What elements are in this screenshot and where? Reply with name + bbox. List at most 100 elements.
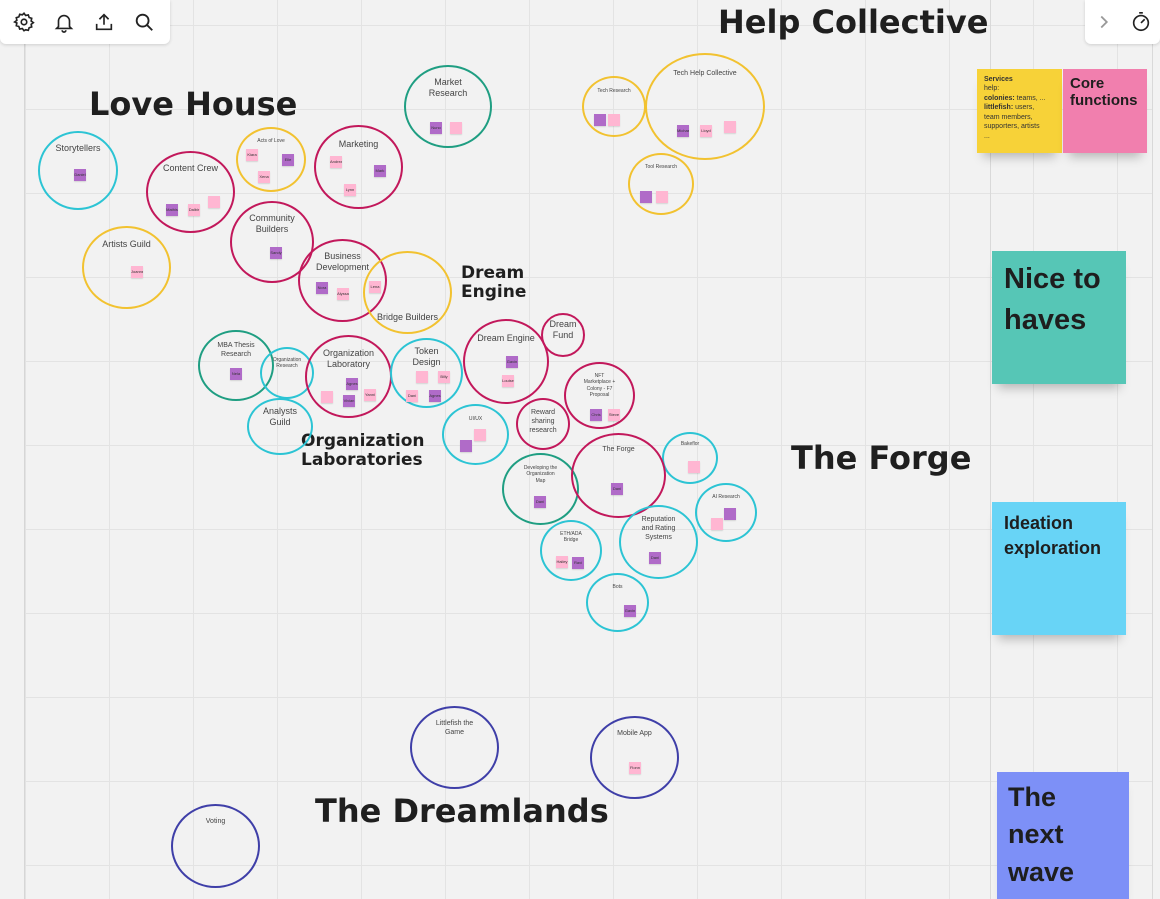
board-right-edge	[1152, 0, 1160, 899]
sticky-note[interactable]: Agnes	[346, 378, 358, 390]
circle-ai-research[interactable]: AI Research	[695, 483, 757, 542]
circle-voting[interactable]: Voting	[171, 804, 260, 888]
right-toolbar	[1085, 0, 1160, 44]
sticky-note[interactable]: Nela	[230, 368, 242, 380]
sticky-note[interactable]: Xena	[258, 171, 270, 183]
circle-developing-organization-map[interactable]: Developing the Organization Map Dani	[502, 453, 579, 525]
sticky-note[interactable]	[594, 114, 606, 126]
circle-reward-sharing-research[interactable]: Reward sharing research	[516, 398, 570, 450]
sticky-note[interactable]: Mark	[374, 165, 386, 177]
sticky-note[interactable]: Joanne	[131, 266, 143, 278]
sticky-note[interactable]: Kiara	[246, 149, 258, 161]
heading-dream-engine: Dream Engine	[461, 263, 527, 302]
circle-mobile-app[interactable]: Mobile App Fionn	[590, 716, 679, 799]
sticky-note[interactable]	[656, 191, 668, 203]
search-icon	[135, 13, 153, 31]
sticky-note[interactable]: Mathis	[166, 204, 178, 216]
sticky-note[interactable]	[688, 461, 700, 473]
heading-help-collective: Help Collective	[718, 3, 989, 41]
sticky-note[interactable]	[608, 114, 620, 126]
circle-organization-laboratory[interactable]: Organization Laboratory Agnes Vivian Yan…	[305, 335, 392, 418]
sticky-note[interactable]: Sandy	[270, 247, 282, 259]
sticky-note[interactable]: Nora	[316, 282, 328, 294]
circle-artists-guild[interactable]: Artists Guild Joanne	[82, 226, 171, 309]
sticky-note[interactable]	[724, 508, 736, 520]
circle-token-design[interactable]: Token Design Billy Dani Agnes	[390, 338, 463, 408]
circle-storytellers[interactable]: Storytellers Daniel	[38, 131, 118, 210]
sticky-note[interactable]: Dani	[611, 483, 623, 495]
sticky-note[interactable]: Fionn	[629, 762, 641, 774]
sticky-note[interactable]: Gavin	[624, 605, 636, 617]
sticky-note[interactable]	[474, 429, 486, 441]
sticky-note[interactable]: Louise	[502, 375, 514, 387]
sticky-note[interactable]: Dalbir	[188, 204, 200, 216]
sticky-note[interactable]	[460, 440, 472, 452]
heading-the-forge: The Forge	[791, 439, 972, 477]
sticky-note[interactable]	[450, 122, 462, 134]
circle-analysts-guild[interactable]: Analysts Guild	[247, 398, 313, 455]
circle-content-crew[interactable]: Content Crew Mathis Dalbir	[146, 151, 235, 233]
sticky-note[interactable]: Chris	[590, 409, 602, 421]
circle-bakeflor[interactable]: Bakeflor	[662, 432, 718, 484]
sticky-note[interactable]: Lena	[369, 281, 381, 293]
sticky-nice-to-haves[interactable]: Nice to haves	[992, 251, 1126, 384]
sticky-note[interactable]: Lloyd	[700, 125, 712, 137]
upload-icon	[95, 13, 113, 31]
timer-button[interactable]	[1123, 4, 1159, 40]
circle-tech-help-collective[interactable]: Tech Help Collective Michael Lloyd	[645, 53, 765, 160]
timer-icon	[1133, 12, 1150, 32]
heading-love-house: Love House	[89, 85, 298, 123]
circle-littlefish-the-game[interactable]: Littlefish the Game	[410, 706, 499, 789]
heading-the-dreamlands: The Dreamlands	[315, 792, 609, 830]
circle-tool-research[interactable]: Tool Research	[628, 153, 694, 215]
board-left-edge	[0, 0, 25, 899]
search-button[interactable]	[126, 4, 162, 40]
circle-bots[interactable]: Bots Gavin	[586, 573, 649, 632]
sticky-note[interactable]: Dani	[534, 496, 546, 508]
sticky-note[interactable]: Yanni	[364, 389, 376, 401]
share-button[interactable]	[86, 4, 122, 40]
sticky-note[interactable]: Gavin	[506, 356, 518, 368]
sticky-note[interactable]: Vivian	[343, 395, 355, 407]
sticky-note[interactable]: Ravi	[572, 557, 584, 569]
chevron-right-icon	[1100, 15, 1108, 29]
circle-ui-ux[interactable]: UI/UX	[442, 404, 509, 465]
circle-nft-marketplace[interactable]: NFT Marketplace + Colony - F7 Proposal C…	[564, 362, 635, 429]
sticky-note[interactable]: Dani	[649, 552, 661, 564]
sticky-note[interactable]	[640, 191, 652, 203]
sticky-note[interactable]: Daniel	[74, 169, 86, 181]
sticky-note[interactable]: Hailey	[556, 556, 568, 568]
circle-eth-ada-bridge[interactable]: ETH/ADA Bridge Hailey Ravi	[540, 520, 602, 581]
circle-dream-fund[interactable]: Dream Fund	[541, 313, 585, 357]
sticky-note[interactable]: Agnes	[429, 390, 441, 402]
sticky-note[interactable]: Billy	[438, 371, 450, 383]
circle-dream-engine[interactable]: Dream Engine Gavin Louise	[463, 319, 549, 404]
sticky-note[interactable]	[208, 196, 220, 208]
circle-marketing[interactable]: Marketing Andrea Mark Lynn	[314, 125, 403, 209]
sticky-note[interactable]: Lynn	[344, 184, 356, 196]
sticky-note[interactable]: Dani	[406, 390, 418, 402]
circle-market-research[interactable]: Market Research Nuno	[404, 65, 492, 148]
sticky-note[interactable]: Michael	[677, 125, 689, 137]
sticky-note[interactable]: Alyssa	[337, 288, 349, 300]
circle-bridge-builders[interactable]: Lena Bridge Builders	[363, 251, 452, 334]
sticky-note[interactable]: Steve	[608, 409, 620, 421]
sticky-note[interactable]	[416, 371, 428, 383]
sticky-note[interactable]: Nuno	[430, 122, 442, 134]
sticky-note[interactable]	[711, 518, 723, 530]
circle-reputation-rating-systems[interactable]: Reputation and Rating Systems Dani	[619, 505, 698, 579]
collapse-panel-button[interactable]	[1086, 4, 1122, 40]
notifications-button[interactable]	[46, 4, 82, 40]
sticky-note[interactable]: Andrea	[330, 156, 342, 168]
sticky-ideation-exploration[interactable]: Ideation exploration	[992, 502, 1126, 635]
sticky-note[interactable]: Elle	[282, 154, 294, 166]
sticky-core-functions[interactable]: Core functions	[1063, 69, 1147, 153]
sticky-services[interactable]: Services help: colonies: teams, ... litt…	[977, 69, 1062, 153]
sticky-the-next-wave[interactable]: The next wave	[997, 772, 1129, 899]
board-toolbar	[0, 0, 170, 44]
sticky-note[interactable]	[724, 121, 736, 133]
settings-button[interactable]	[6, 4, 42, 40]
sticky-note[interactable]	[321, 391, 333, 403]
circle-tech-research[interactable]: Tech Research	[582, 76, 646, 137]
circle-acts-of-love[interactable]: Acts of Love Kiara Elle Xena	[236, 127, 306, 192]
